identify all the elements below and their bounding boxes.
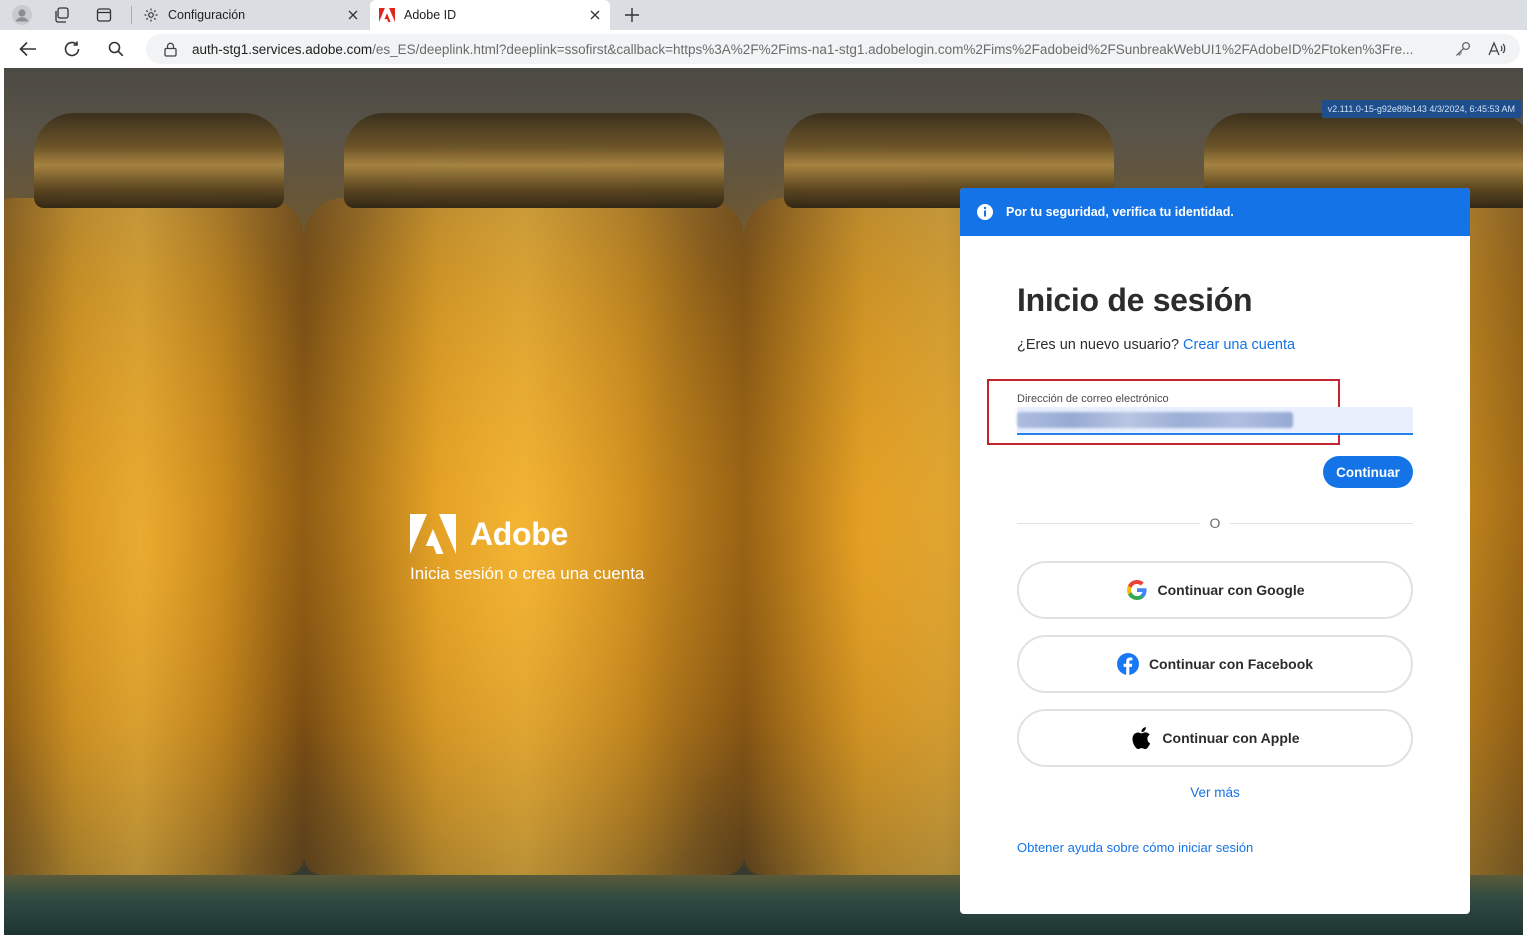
google-icon [1126, 579, 1148, 601]
create-account-link[interactable]: Crear una cuenta [1183, 337, 1295, 353]
read-aloud-icon[interactable] [1486, 38, 1508, 60]
notice-text: Por tu seguridad, verifica tu identidad. [1006, 205, 1234, 219]
browser-tab-bar: Configuración Adobe ID [0, 0, 1527, 30]
version-label: v2.111.0-15-g92e89b143 4/3/2024, 6:45:53… [1321, 100, 1521, 118]
new-tab-button[interactable] [620, 3, 644, 27]
tab-adobe-id[interactable]: Adobe ID [370, 0, 610, 30]
workspaces-icon[interactable] [50, 3, 74, 27]
new-user-prompt: ¿Eres un nuevo usuario? Crear una cuenta [1017, 337, 1295, 353]
close-icon[interactable] [344, 6, 362, 24]
address-bar[interactable]: auth-stg1.services.adobe.com/es_ES/deepl… [146, 34, 1520, 64]
page-title: Inicio de sesión [1017, 282, 1253, 318]
key-icon[interactable] [1452, 38, 1474, 60]
vertical-tabs-icon[interactable] [92, 3, 116, 27]
signin-card: Por tu seguridad, verifica tu identidad.… [960, 188, 1470, 914]
social-button-label: Continuar con Facebook [1148, 656, 1314, 672]
tab-separator [131, 6, 132, 24]
adobe-logo-icon [410, 514, 456, 554]
url-host: auth-stg1.services.adobe.com [192, 41, 373, 57]
tab-title: Adobe ID [404, 8, 457, 22]
brand-tagline: Inicia sesión o crea una cuenta [410, 564, 645, 583]
divider-line [1017, 523, 1200, 524]
or-divider: O [1017, 515, 1413, 531]
continue-with-facebook-button[interactable]: Continuar con Facebook [1017, 635, 1413, 693]
or-label: O [1209, 515, 1221, 531]
brand-name: Adobe [470, 515, 569, 552]
continue-with-apple-button[interactable]: Continuar con Apple [1017, 709, 1413, 767]
social-button-label: Continuar con Apple [1162, 730, 1300, 746]
see-more-link[interactable]: Ver más [960, 785, 1470, 800]
redacted-email-value [1017, 412, 1293, 428]
email-field-label: Dirección de correo electrónico [1017, 393, 1169, 405]
search-icon[interactable] [104, 37, 128, 61]
close-icon[interactable] [586, 6, 604, 24]
apple-icon [1130, 727, 1152, 749]
new-user-text: ¿Eres un nuevo usuario? [1017, 337, 1180, 353]
back-button[interactable] [16, 37, 40, 61]
brand-block: Adobe Inicia sesión o crea una cuenta [410, 514, 644, 584]
social-button-label: Continuar con Google [1157, 582, 1305, 598]
refresh-button[interactable] [60, 37, 84, 61]
facebook-icon [1116, 653, 1139, 675]
background-jar [4, 198, 304, 875]
continue-button[interactable]: Continuar [1323, 456, 1413, 488]
security-notice: Por tu seguridad, verifica tu identidad. [960, 188, 1470, 236]
profile-icon[interactable] [10, 3, 34, 27]
gear-icon [142, 6, 160, 24]
lock-icon[interactable] [162, 41, 178, 57]
background-jar-lid [34, 113, 284, 208]
page-background: v2.111.0-15-g92e89b143 4/3/2024, 6:45:53… [4, 68, 1523, 935]
continue-with-google-button[interactable]: Continuar con Google [1017, 561, 1413, 619]
info-icon [977, 204, 993, 220]
tab-settings[interactable]: Configuración [134, 0, 368, 30]
signin-help-link[interactable]: Obtener ayuda sobre cómo iniciar sesión [1017, 840, 1253, 855]
divider-line [1230, 523, 1413, 524]
background-jar-lid [344, 113, 724, 208]
url-text: auth-stg1.services.adobe.com/es_ES/deepl… [192, 42, 1452, 57]
adobe-logo-icon [378, 6, 396, 24]
tab-title: Configuración [168, 8, 246, 22]
url-path: /es_ES/deeplink.html?deeplink=ssofirst&c… [372, 41, 1414, 57]
browser-toolbar: auth-stg1.services.adobe.com/es_ES/deepl… [0, 30, 1527, 68]
